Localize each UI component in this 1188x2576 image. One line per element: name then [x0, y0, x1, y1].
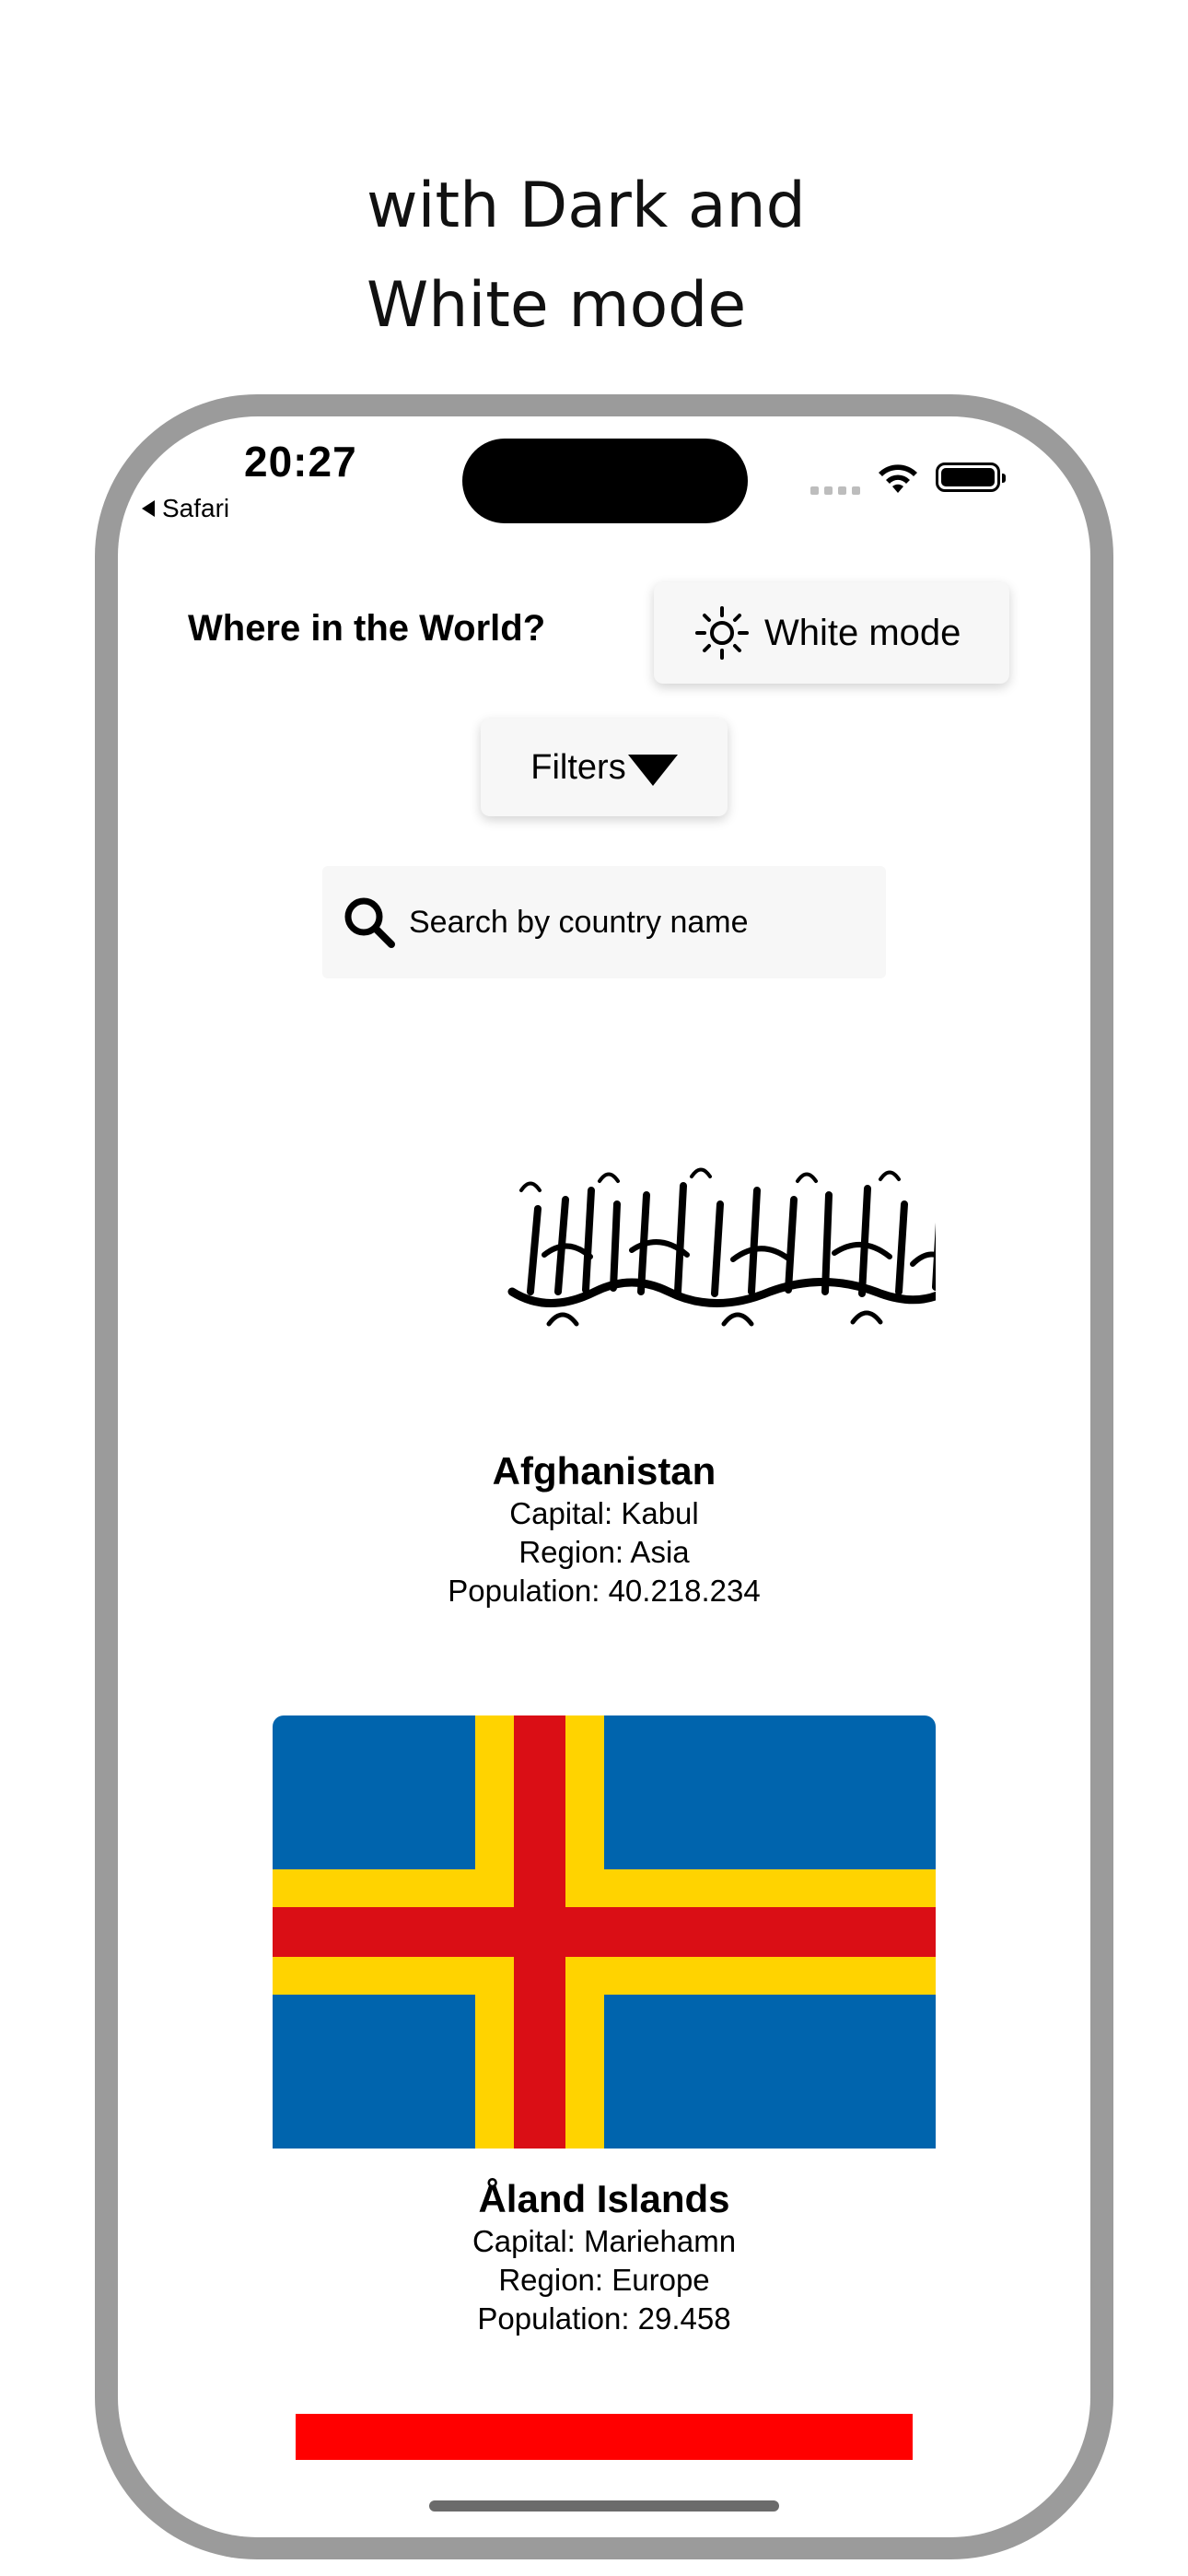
- country-region: Region: Asia: [518, 1535, 690, 1569]
- status-time: 20:27: [244, 438, 357, 486]
- country-card[interactable]: Afghanistan Capital: Kabul Region: Asia …: [273, 1015, 936, 1610]
- next-flag-band: [296, 2414, 913, 2460]
- back-arrow-icon: [142, 500, 155, 517]
- theme-mode-label: White mode: [764, 612, 961, 653]
- cellular-signal-icon: [810, 486, 860, 495]
- search-bar[interactable]: Search by country name: [322, 866, 886, 978]
- search-icon: [344, 897, 395, 948]
- theme-mode-button[interactable]: White mode: [654, 582, 1009, 684]
- country-name: Åland Islands: [478, 2177, 730, 2220]
- flag-red-horizontal: [273, 1907, 936, 1957]
- home-indicator[interactable]: [429, 2500, 779, 2512]
- caption-line-1: with Dark and: [367, 170, 806, 242]
- filters-button[interactable]: Filters: [481, 719, 728, 816]
- caption-line-2: White mode: [367, 269, 747, 342]
- app-title: Where in the World?: [188, 608, 546, 649]
- back-to-safari[interactable]: Safari: [142, 494, 229, 523]
- shahada-calligraphy-icon: [507, 1167, 936, 1327]
- aland-flag-graphic: [273, 1715, 936, 2149]
- country-population: Population: 29.458: [477, 2301, 731, 2336]
- search-placeholder: Search by country name: [409, 904, 749, 940]
- afghanistan-flag: [273, 1015, 936, 1448]
- phone-screen: 20:27 Safari Where in the World? White m…: [118, 416, 1090, 2537]
- country-capital: Capital: Kabul: [509, 1496, 699, 1530]
- caret-down-icon: [627, 755, 678, 786]
- filters-label: Filters: [530, 747, 626, 787]
- aland-islands-flag: [273, 1715, 936, 2149]
- country-population: Population: 40.218.234: [448, 1574, 761, 1608]
- back-label: Safari: [162, 494, 230, 522]
- promo-caption: with Dark and White mode: [367, 157, 806, 356]
- battery-icon: [936, 463, 1006, 492]
- country-capital: Capital: Mariehamn: [472, 2224, 737, 2258]
- next-country-flag[interactable]: [296, 2414, 913, 2460]
- country-region: Region: Europe: [498, 2263, 710, 2297]
- wifi-icon: [879, 464, 917, 493]
- country-name: Afghanistan: [492, 1449, 716, 1493]
- dynamic-island: [462, 439, 748, 523]
- sun-icon: [695, 606, 749, 660]
- country-card[interactable]: Åland Islands Capital: Mariehamn Region:…: [273, 1715, 936, 2338]
